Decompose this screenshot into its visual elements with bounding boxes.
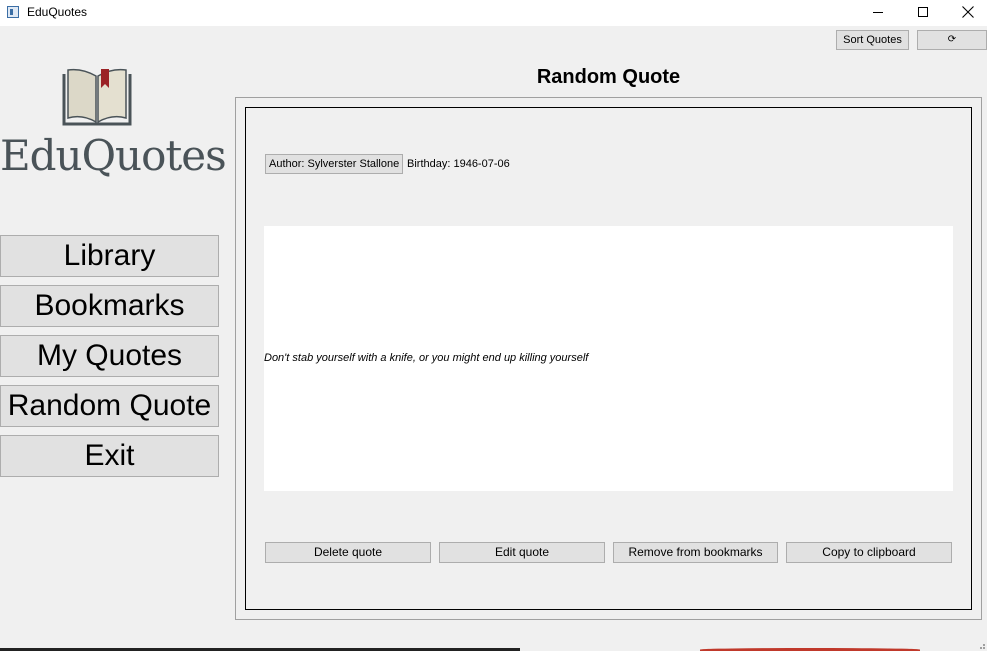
quote-text-area[interactable]: Don't stab yourself with a knife, or you… — [264, 226, 953, 491]
close-icon — [962, 6, 974, 18]
remove-bookmark-button[interactable]: Remove from bookmarks — [613, 542, 778, 563]
nav-exit-button[interactable]: Exit — [0, 435, 219, 477]
delete-quote-button[interactable]: Delete quote — [265, 542, 431, 563]
close-button[interactable] — [945, 0, 987, 26]
copy-clipboard-button[interactable]: Copy to clipboard — [786, 542, 952, 563]
book-logo-icon — [62, 68, 132, 126]
title-bar: EduQuotes — [0, 0, 987, 26]
nav-my-quotes-button[interactable]: My Quotes — [0, 335, 219, 377]
birthday-label: Birthday: 1946-07-06 — [407, 158, 510, 170]
resize-grip-icon[interactable] — [977, 641, 986, 650]
nav-random-quote-button[interactable]: Random Quote — [0, 385, 219, 427]
author-button[interactable]: Author: Sylverster Stallone — [265, 154, 404, 174]
logo-text: EduQuotes — [0, 131, 227, 180]
refresh-button[interactable]: ⟳ — [917, 30, 987, 50]
quote-text: Don't stab yourself with a knife, or you… — [264, 352, 589, 364]
window-title: EduQuotes — [27, 5, 88, 19]
nav-library-button[interactable]: Library — [0, 235, 219, 277]
app-icon — [7, 6, 19, 18]
minimize-button[interactable] — [855, 0, 901, 26]
page-title: Random Quote — [536, 66, 681, 88]
maximize-button[interactable] — [900, 0, 946, 26]
nav-bookmarks-button[interactable]: Bookmarks — [0, 285, 219, 327]
edit-quote-button[interactable]: Edit quote — [439, 542, 605, 563]
sort-quotes-button[interactable]: Sort Quotes — [836, 30, 909, 50]
